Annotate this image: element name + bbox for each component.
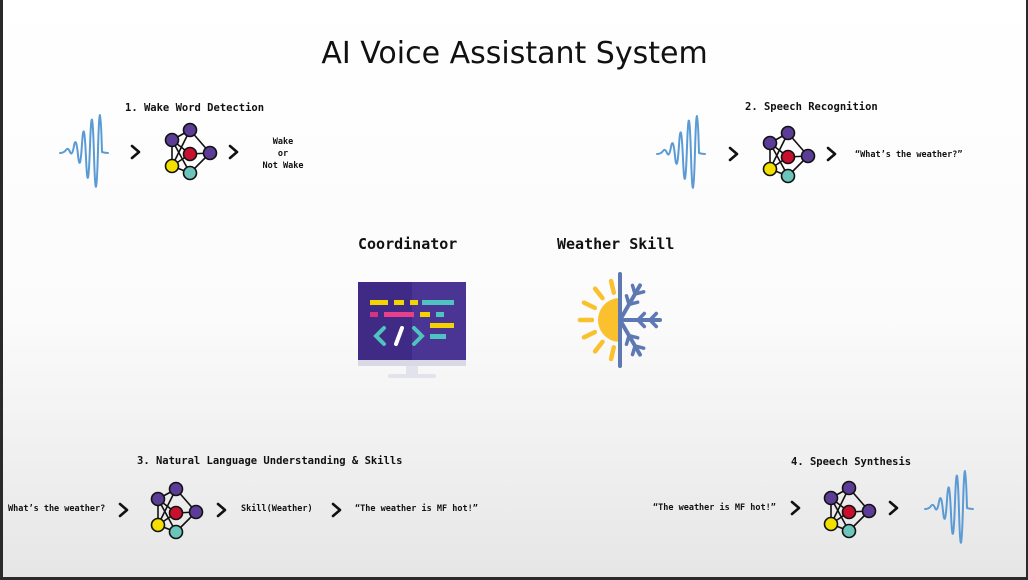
synthesis-input: “The weather is MF hot!” (653, 503, 776, 513)
step-3-label: 3. Natural Language Understanding & Skil… (137, 455, 403, 467)
diagram-slide: AI Voice Assistant System 1. Wake Word D… (3, 0, 1026, 577)
sound-wave-icon (656, 115, 706, 189)
nlu-input: What’s the weather? (8, 504, 106, 514)
sound-wave-icon (59, 114, 109, 188)
neural-network-icon (150, 481, 204, 540)
nlu-output: “The weather is MF hot!” (355, 504, 478, 514)
step-4-label: 4. Speech Synthesis (791, 456, 912, 468)
neural-network-icon (762, 125, 816, 184)
chevron-right-icon (728, 146, 739, 162)
nlu-skill: Skill(Weather) (241, 504, 313, 514)
wake-output-line-3: Not Wake (262, 161, 304, 171)
chevron-right-icon (826, 146, 837, 162)
chevron-right-icon (331, 502, 342, 518)
neural-network-icon (164, 122, 218, 181)
diagram-title: AI Voice Assistant System (321, 36, 708, 71)
code-monitor-icon (358, 282, 466, 378)
chevron-right-icon (790, 500, 801, 516)
wake-output-line-2: or (277, 149, 289, 159)
chevron-right-icon (888, 500, 899, 516)
coordinator-heading: Coordinator (358, 235, 458, 253)
chevron-right-icon (216, 502, 227, 518)
chevron-right-icon (130, 144, 141, 160)
chevron-right-icon (228, 144, 239, 160)
speech-recognition-output: “What’s the weather?” (855, 150, 963, 160)
wake-output: Wake or Not Wake (259, 136, 307, 172)
step-2-label: 2. Speech Recognition (745, 101, 878, 113)
sun-snowflake-icon (577, 272, 662, 368)
sound-wave-icon (924, 470, 974, 544)
step-1-label: 1. Wake Word Detection (125, 102, 265, 114)
weather-skill-heading: Weather Skill (557, 235, 675, 253)
neural-network-icon (823, 480, 877, 539)
wake-output-line-1: Wake (272, 137, 294, 147)
chevron-right-icon (118, 502, 129, 518)
